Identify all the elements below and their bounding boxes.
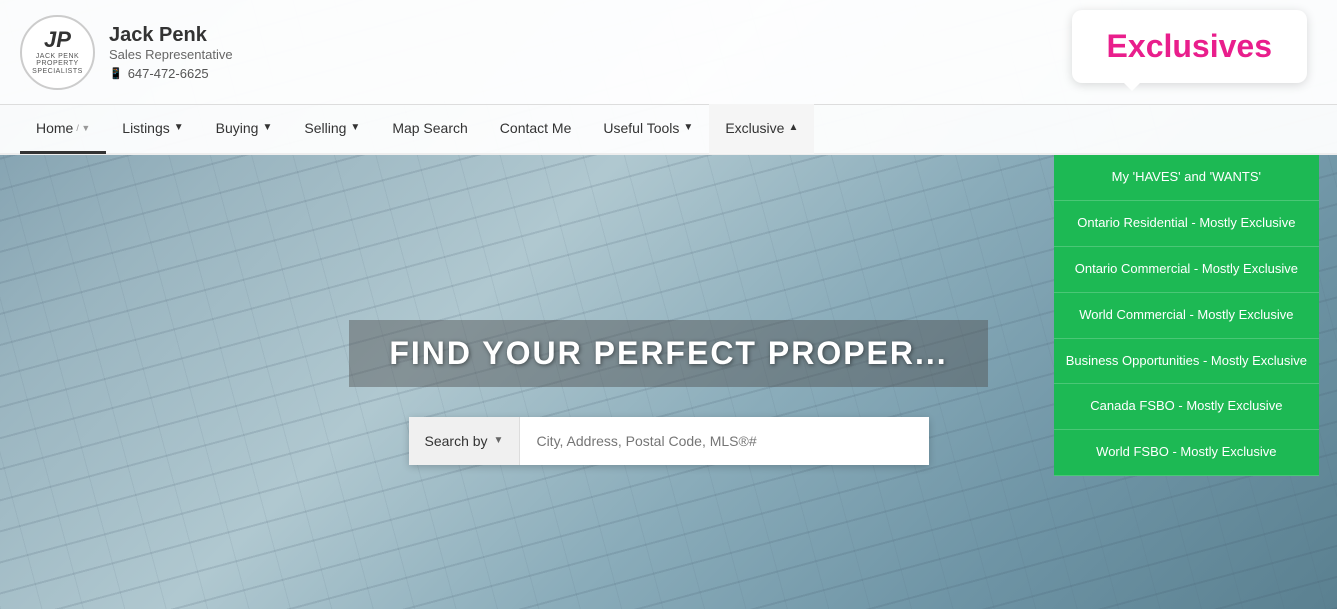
nav-item-selling[interactable]: Selling ▼ [288,104,376,154]
dropdown-item-haves-wants[interactable]: My 'HAVES' and 'WANTS' [1054,155,1319,201]
useful-tools-dropdown-arrow: ▼ [683,122,693,133]
phone-icon: 📱 [109,67,123,80]
dropdown-item-world-fsbo[interactable]: World FSBO - Mostly Exclusive [1054,430,1319,476]
nav-item-map-search[interactable]: Map Search [376,104,483,154]
dropdown-item-world-commercial[interactable]: World Commercial - Mostly Exclusive [1054,293,1319,339]
nav-item-buying[interactable]: Buying ▼ [200,104,289,154]
nav-item-home[interactable]: Home / ▼ [20,104,106,154]
nav-item-exclusive[interactable]: Exclusive ▲ [709,104,814,154]
dropdown-item-business-opportunities[interactable]: Business Opportunities - Mostly Exclusiv… [1054,339,1319,385]
nav-item-useful-tools[interactable]: Useful Tools ▼ [587,104,709,154]
speech-bubble-text: Exclusives [1107,28,1272,64]
selling-dropdown-arrow: ▼ [350,122,360,133]
phone-number: 647-472-6625 [128,66,209,81]
navbar: Home / ▼ Listings ▼ Buying ▼ Selling ▼ M… [0,105,1337,155]
search-by-button[interactable]: Search by ▼ [409,417,521,465]
dropdown-item-ontario-commercial[interactable]: Ontario Commercial - Mostly Exclusive [1054,247,1319,293]
nav-item-listings[interactable]: Listings ▼ [106,104,199,154]
search-by-arrow-icon: ▼ [494,435,504,446]
hero-title: FIND YOUR PERFECT PROPER... [349,320,987,387]
nav-item-contact[interactable]: Contact Me [484,104,588,154]
logo-inner: JP JACK PENKPROPERTY SPECIALISTS [22,28,93,75]
dropdown-item-canada-fsbo[interactable]: Canada FSBO - Mostly Exclusive [1054,384,1319,430]
listings-dropdown-arrow: ▼ [174,122,184,133]
search-by-label: Search by [425,433,488,449]
search-bar: Search by ▼ [409,417,929,465]
exclusive-dropdown-arrow: ▲ [788,122,798,133]
dropdown-item-ontario-residential[interactable]: Ontario Residential - Mostly Exclusive [1054,201,1319,247]
nav-items: Home / ▼ Listings ▼ Buying ▼ Selling ▼ M… [20,104,814,154]
exclusive-dropdown-menu: My 'HAVES' and 'WANTS' Ontario Residenti… [1054,155,1319,476]
search-input[interactable] [520,417,928,465]
logo-jp: JP [22,28,93,52]
logo: JP JACK PENKPROPERTY SPECIALISTS [20,15,95,90]
speech-bubble: Exclusives [1072,10,1307,83]
logo-text: JACK PENKPROPERTY SPECIALISTS [22,53,93,76]
buying-dropdown-arrow: ▼ [262,122,272,133]
